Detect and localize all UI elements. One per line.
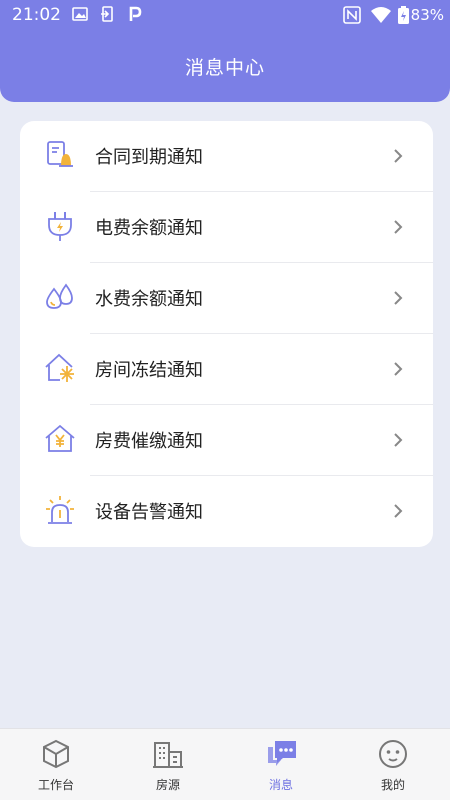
tab-label: 房源 bbox=[155, 778, 180, 792]
wifi-icon bbox=[371, 7, 391, 23]
house-snowflake-icon bbox=[45, 353, 74, 382]
tab-label: 消息 bbox=[268, 778, 293, 792]
notification-item-water-balance[interactable]: 水费余额通知 bbox=[20, 263, 433, 334]
face-icon bbox=[379, 740, 407, 768]
notification-item-rent-reminder[interactable]: 房费催缴通知 bbox=[20, 405, 433, 476]
house-yen-icon bbox=[45, 424, 75, 452]
page-title: 消息中心 bbox=[184, 57, 265, 79]
image-notification-icon bbox=[72, 7, 88, 21]
notification-item-room-frozen[interactable]: 房间冻结通知 bbox=[20, 334, 433, 405]
tab-workbench[interactable]: 工作台 bbox=[0, 729, 112, 800]
battery-percentage: 83% bbox=[410, 6, 444, 24]
status-time: 21:02 bbox=[12, 5, 61, 25]
alarm-light-icon bbox=[46, 496, 74, 524]
notification-label: 水费余额通知 bbox=[95, 289, 203, 310]
header-bar: 21:02 83% 消息中心 bbox=[0, 0, 450, 102]
download-notification-icon bbox=[101, 6, 113, 22]
electric-plug-icon bbox=[48, 212, 72, 241]
tab-profile[interactable]: 我的 bbox=[337, 729, 449, 800]
notification-label: 电费余额通知 bbox=[95, 218, 203, 239]
chevron-right-icon bbox=[394, 504, 403, 518]
water-drops-icon bbox=[46, 283, 73, 309]
chevron-right-icon bbox=[394, 433, 403, 447]
contract-bell-icon bbox=[47, 141, 73, 167]
notification-item-contract-expiry[interactable]: 合同到期通知 bbox=[20, 121, 433, 192]
chat-bubbles-icon bbox=[268, 741, 296, 766]
notification-label: 设备告警通知 bbox=[95, 502, 203, 523]
bottom-tab-bar: 工作台 房源 消息 我的 bbox=[0, 728, 450, 800]
tab-label: 我的 bbox=[380, 778, 405, 792]
tab-listings[interactable]: 房源 bbox=[112, 729, 224, 800]
battery-icon bbox=[398, 6, 409, 24]
nfc-icon bbox=[343, 6, 361, 24]
tab-messages[interactable]: 消息 bbox=[225, 729, 337, 800]
chevron-right-icon bbox=[394, 220, 403, 234]
notification-label: 房间冻结通知 bbox=[95, 360, 203, 381]
status-bar: 21:02 83% bbox=[0, 0, 450, 34]
building-icon bbox=[153, 742, 183, 768]
tab-label: 工作台 bbox=[37, 778, 74, 792]
cube-icon bbox=[43, 739, 69, 769]
chevron-right-icon bbox=[394, 362, 403, 376]
chevron-right-icon bbox=[394, 291, 403, 305]
chevron-right-icon bbox=[394, 149, 403, 163]
notification-list: 合同到期通知 电费余额通知 水费余额通知 房间冻结通知 房费催缴通知 设备告警通… bbox=[20, 121, 433, 547]
notification-item-device-alarm[interactable]: 设备告警通知 bbox=[20, 476, 433, 547]
notification-item-electricity-balance[interactable]: 电费余额通知 bbox=[20, 192, 433, 263]
notification-label: 房费催缴通知 bbox=[95, 431, 203, 452]
parking-notification-icon bbox=[129, 6, 142, 21]
notification-label: 合同到期通知 bbox=[95, 147, 203, 168]
